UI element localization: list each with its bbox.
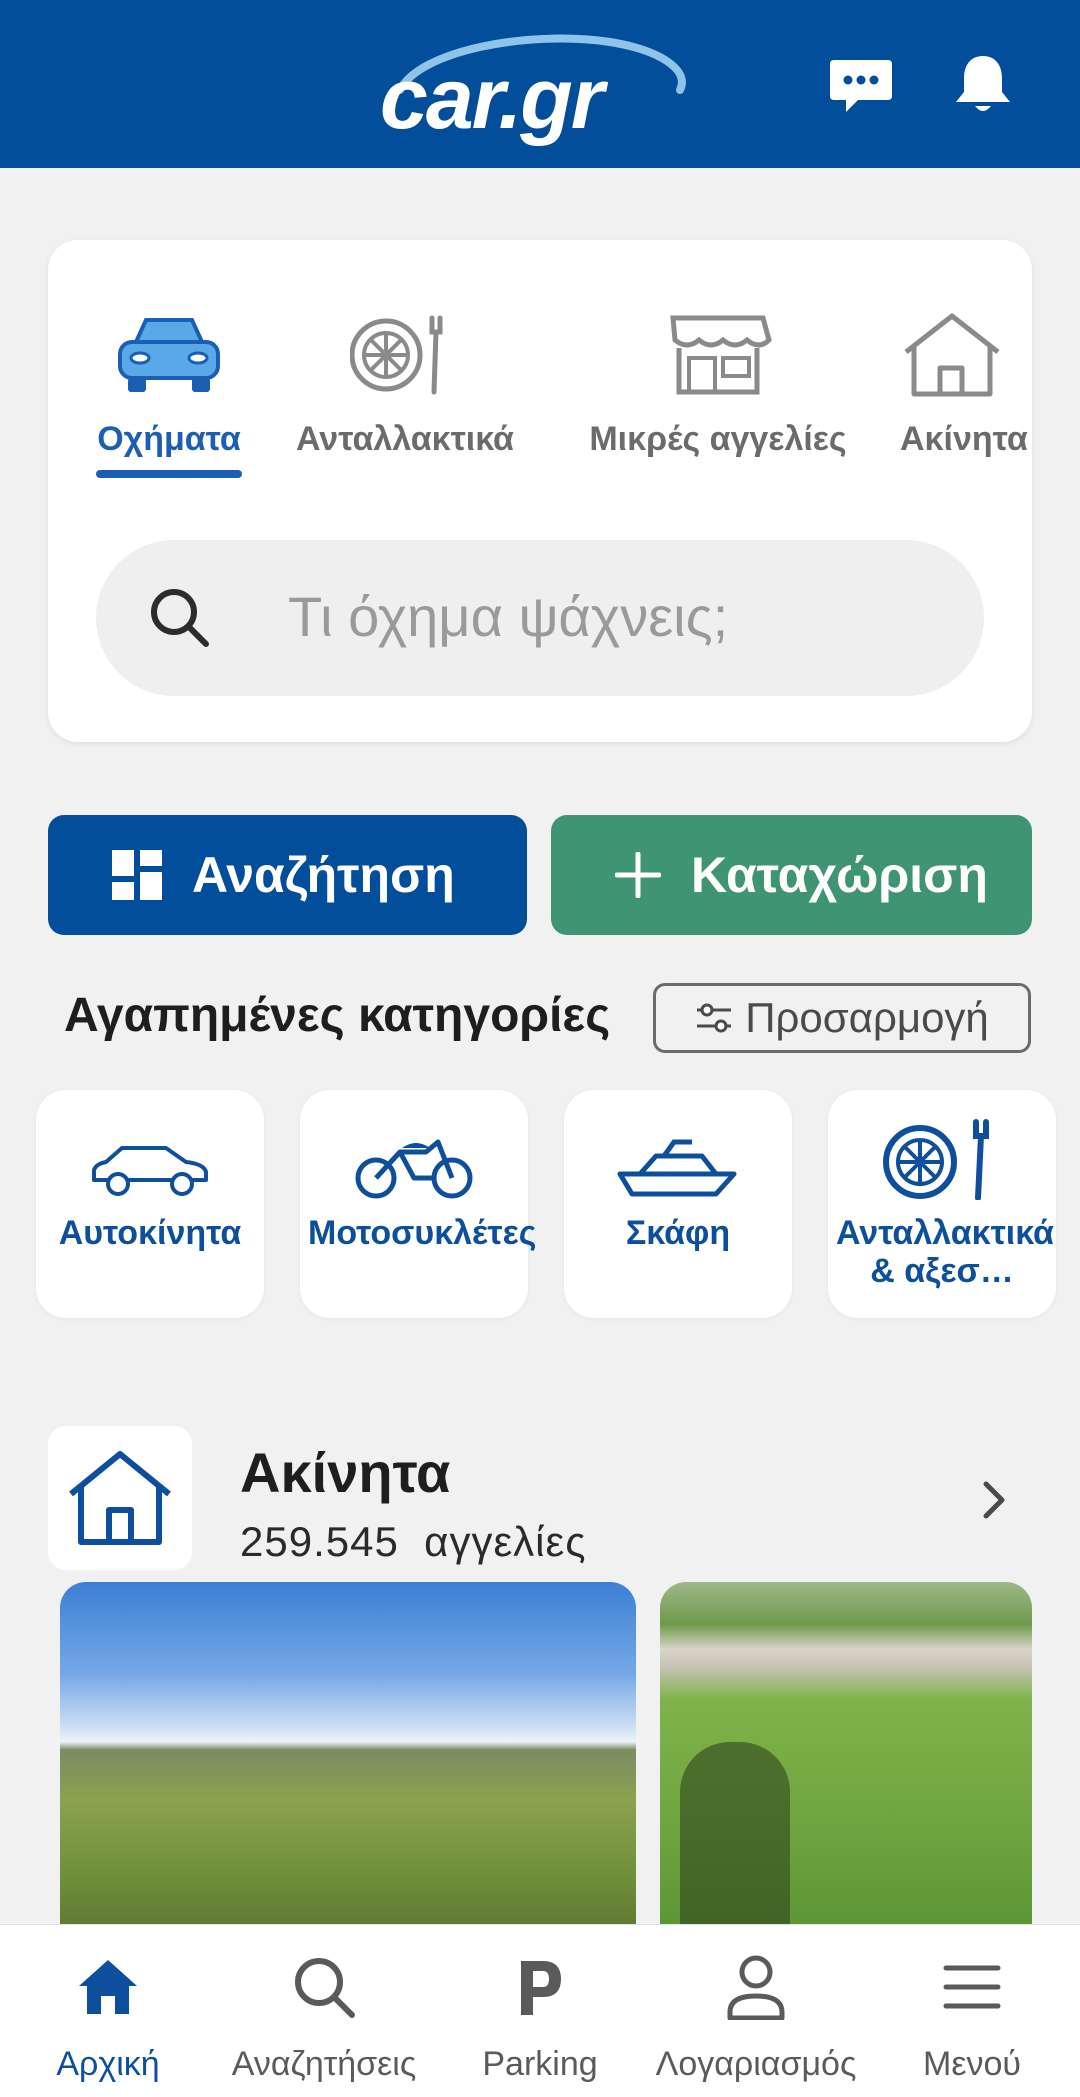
nav-searches-label: Αναζητήσεις: [231, 2045, 417, 2083]
chat-icon[interactable]: [828, 52, 894, 118]
search-button-label: Αναζήτηση: [192, 847, 455, 903]
tab-real-estate-label: Ακίνητα: [900, 420, 1028, 458]
nav-searches[interactable]: Αναζητήσεις: [216, 1925, 432, 2097]
tab-parts-label: Ανταλλακτικά: [296, 420, 514, 458]
category-boats-label: Σκάφη: [625, 1214, 731, 1252]
home-icon: [0, 1951, 216, 2023]
nav-account-label: Λογαριασμός: [655, 2045, 857, 2083]
tab-vehicles[interactable]: Οχήματα: [96, 310, 242, 459]
bell-icon[interactable]: [950, 52, 1016, 118]
real-estate-icon-box: [48, 1426, 192, 1570]
category-cars-label: Αυτοκίνητα: [58, 1214, 242, 1252]
car-gr-logo[interactable]: car.gr: [380, 30, 700, 147]
app-header: car.gr: [0, 0, 1080, 168]
tab-classifieds-label: Μικρές αγγελίες: [589, 420, 847, 458]
bottom-navigation: Αρχική Αναζητήσεις Parking Λογαριασμός Μ…: [0, 1924, 1080, 2097]
favourite-categories-title: Αγαπημένες κατηγορίες: [64, 989, 611, 1042]
nav-parking-label: Parking: [482, 2045, 598, 2083]
nav-menu[interactable]: Μενού: [864, 1925, 1080, 2097]
add-listing-label: Καταχώριση: [691, 847, 988, 903]
active-tab-indicator: [96, 470, 242, 478]
chevron-right-icon[interactable]: [978, 1478, 1010, 1527]
car-icon: [36, 1090, 264, 1200]
sliders-icon: [697, 1003, 732, 1033]
wheel-wrench-icon: [288, 310, 522, 400]
category-boats[interactable]: Σκάφη: [564, 1090, 792, 1318]
nav-home[interactable]: Αρχική: [0, 1925, 216, 2097]
boat-icon: [564, 1090, 792, 1200]
plus-icon: [615, 852, 661, 898]
add-listing-button[interactable]: Καταχώριση: [551, 815, 1032, 935]
dashboard-icon: [112, 850, 162, 900]
category-motorcycles[interactable]: Μοτοσυκλέτες: [300, 1090, 537, 1318]
tab-vehicles-label: Οχήματα: [97, 420, 241, 458]
tab-classifieds[interactable]: Μικρές αγγελίες: [570, 310, 866, 459]
customize-button[interactable]: Προσαρμογή: [653, 983, 1031, 1053]
nav-parking[interactable]: Parking: [432, 1925, 648, 2097]
search-button[interactable]: Αναζήτηση: [48, 815, 527, 935]
parking-icon: [432, 1951, 648, 2023]
category-motorcycles-label: Μοτοσυκλέτες: [308, 1214, 537, 1252]
shop-icon: [570, 310, 866, 400]
menu-icon: [864, 1951, 1080, 2023]
nav-menu-label: Μενού: [923, 2045, 1021, 2083]
category-cars[interactable]: Αυτοκίνητα: [36, 1090, 264, 1318]
wheel-wrench-icon: [828, 1090, 1056, 1200]
customize-label: Προσαρμογή: [745, 994, 989, 1041]
search-card: Οχήματα Ανταλλακτικά Μικρές αγγελίες Ακί…: [48, 240, 1032, 742]
search-input[interactable]: Τι όχημα ψάχνεις;: [96, 540, 984, 696]
house-icon: [69, 1451, 171, 1545]
real-estate-count-number: 259.545: [240, 1518, 399, 1565]
tab-real-estate[interactable]: Ακίνητα: [900, 310, 1032, 459]
category-parts-accessories-label: Ανταλλακτικά & αξεσ…: [836, 1214, 1054, 1290]
category-parts-accessories[interactable]: Ανταλλακτικά & αξεσ…: [828, 1090, 1056, 1318]
real-estate-count-suffix: αγγελίες: [424, 1518, 587, 1565]
house-icon: [900, 310, 1032, 400]
search-icon: [216, 1951, 432, 2023]
nav-home-label: Αρχική: [56, 2045, 160, 2083]
nav-account[interactable]: Λογαριασμός: [648, 1925, 864, 2097]
search-icon: [148, 586, 212, 655]
real-estate-title[interactable]: Ακίνητα: [240, 1440, 450, 1505]
logo-text: car.gr: [380, 51, 604, 147]
tab-parts[interactable]: Ανταλλακτικά: [288, 310, 522, 459]
car-front-icon: [96, 310, 242, 400]
search-placeholder: Τι όχημα ψάχνεις;: [288, 585, 729, 648]
real-estate-count: 259.545 αγγελίες: [240, 1518, 586, 1566]
motorcycle-icon: [300, 1090, 528, 1200]
user-icon: [648, 1951, 864, 2023]
